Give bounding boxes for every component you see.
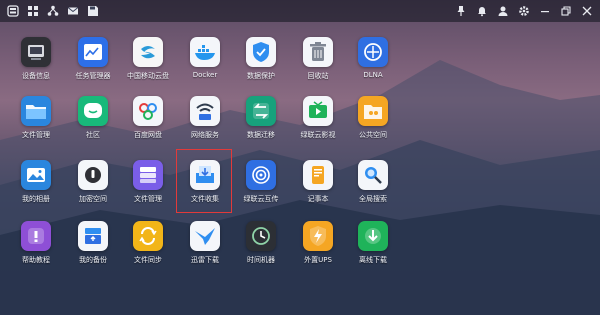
app-ugreen-video[interactable]: 绿联云影视 [290, 96, 346, 152]
app-device-info[interactable]: 设备信息 [8, 37, 64, 93]
app-label: 外置UPS [304, 256, 332, 264]
dlna-icon [358, 37, 388, 67]
app-label: 绿联云互传 [243, 195, 279, 203]
data-protection-icon [246, 37, 276, 67]
app-mobile-cloud-disk[interactable]: 中国移动云盘 [120, 37, 176, 93]
data-migration-icon [246, 96, 276, 126]
recycle-bin-icon [303, 37, 333, 67]
app-label: 文件管理 [22, 131, 50, 139]
app-task-manager[interactable]: 任务管理器 [65, 37, 121, 93]
app-label: 任务管理器 [75, 72, 111, 80]
app-baidu-netdisk[interactable]: 百度网盘 [120, 96, 176, 152]
app-launcher-grid: 设备信息 任务管理器 中国移动云盘 Docker 数据保护 回收站 DLNA 文件管理 社区 百度… [0, 0, 600, 315]
community-icon [78, 96, 108, 126]
external-ups-icon [303, 221, 333, 251]
app-label: 中国移动云盘 [127, 72, 169, 80]
time-machine-icon [246, 221, 276, 251]
mobile-cloud-disk-icon [133, 37, 163, 67]
file-organize-icon [133, 160, 163, 190]
app-encrypted-space[interactable]: 加密空间 [65, 160, 121, 216]
app-offline-download[interactable]: 离线下载 [345, 221, 401, 277]
app-dlna[interactable]: DLNA [345, 37, 401, 93]
app-my-backup[interactable]: 我的备份 [65, 221, 121, 277]
app-label: 我的备份 [79, 256, 107, 264]
baidu-netdisk-icon [133, 96, 163, 126]
app-notepad[interactable]: 记事本 [290, 160, 346, 216]
app-network-service[interactable]: 网络服务 [177, 96, 233, 152]
app-time-machine[interactable]: 时间机器 [233, 221, 289, 277]
network-service-icon [190, 96, 220, 126]
app-public-space[interactable]: 公共空间 [345, 96, 401, 152]
file-sync-icon [133, 221, 163, 251]
app-data-migration[interactable]: 数据迁移 [233, 96, 289, 152]
app-label: Docker [192, 71, 218, 79]
app-label: 加密空间 [79, 195, 107, 203]
public-space-icon [358, 96, 388, 126]
app-label: 离线下载 [359, 256, 387, 264]
app-thunder-download[interactable]: 迅雷下载 [177, 221, 233, 277]
app-community[interactable]: 社区 [65, 96, 121, 152]
app-label: 设备信息 [22, 72, 50, 80]
app-docker[interactable]: Docker [177, 37, 233, 93]
device-info-icon [21, 37, 51, 67]
app-label: 记事本 [307, 195, 329, 203]
encrypted-space-icon [78, 160, 108, 190]
app-label: 回收站 [307, 72, 329, 80]
app-label: 数据保护 [247, 72, 275, 80]
docker-icon [190, 37, 220, 67]
selection-highlight-box [176, 149, 232, 213]
app-my-album[interactable]: 我的相册 [8, 160, 64, 216]
thunder-download-icon [190, 221, 220, 251]
help-tutorial-icon [21, 221, 51, 251]
my-backup-icon [78, 221, 108, 251]
app-file-manager[interactable]: 文件管理 [8, 96, 64, 152]
app-label: 百度网盘 [134, 131, 162, 139]
app-label: 绿联云影视 [300, 131, 336, 139]
app-file-organize[interactable]: 文件管理 [120, 160, 176, 216]
app-label: 全局搜索 [359, 195, 387, 203]
task-manager-icon [78, 37, 108, 67]
app-data-protection[interactable]: 数据保护 [233, 37, 289, 93]
file-manager-icon [21, 96, 51, 126]
global-search-icon [358, 160, 388, 190]
app-label: 我的相册 [22, 195, 50, 203]
app-label: 迅雷下载 [191, 256, 219, 264]
offline-download-icon [358, 221, 388, 251]
app-global-search[interactable]: 全局搜索 [345, 160, 401, 216]
app-help-tutorial[interactable]: 帮助教程 [8, 221, 64, 277]
app-label: 公共空间 [359, 131, 387, 139]
app-label: 数据迁移 [247, 131, 275, 139]
ugreen-video-icon [303, 96, 333, 126]
app-ugreen-transfer[interactable]: 绿联云互传 [233, 160, 289, 216]
app-label: DLNA [363, 71, 383, 79]
app-recycle-bin[interactable]: 回收站 [290, 37, 346, 93]
app-label: 文件同步 [134, 256, 162, 264]
my-album-icon [21, 160, 51, 190]
ugreen-transfer-icon [246, 160, 276, 190]
app-label: 时间机器 [247, 256, 275, 264]
app-label: 帮助教程 [22, 256, 50, 264]
notepad-icon [303, 160, 333, 190]
app-label: 网络服务 [191, 131, 219, 139]
app-label: 文件管理 [134, 195, 162, 203]
app-file-sync[interactable]: 文件同步 [120, 221, 176, 277]
app-external-ups[interactable]: 外置UPS [290, 221, 346, 277]
app-label: 社区 [86, 131, 100, 139]
